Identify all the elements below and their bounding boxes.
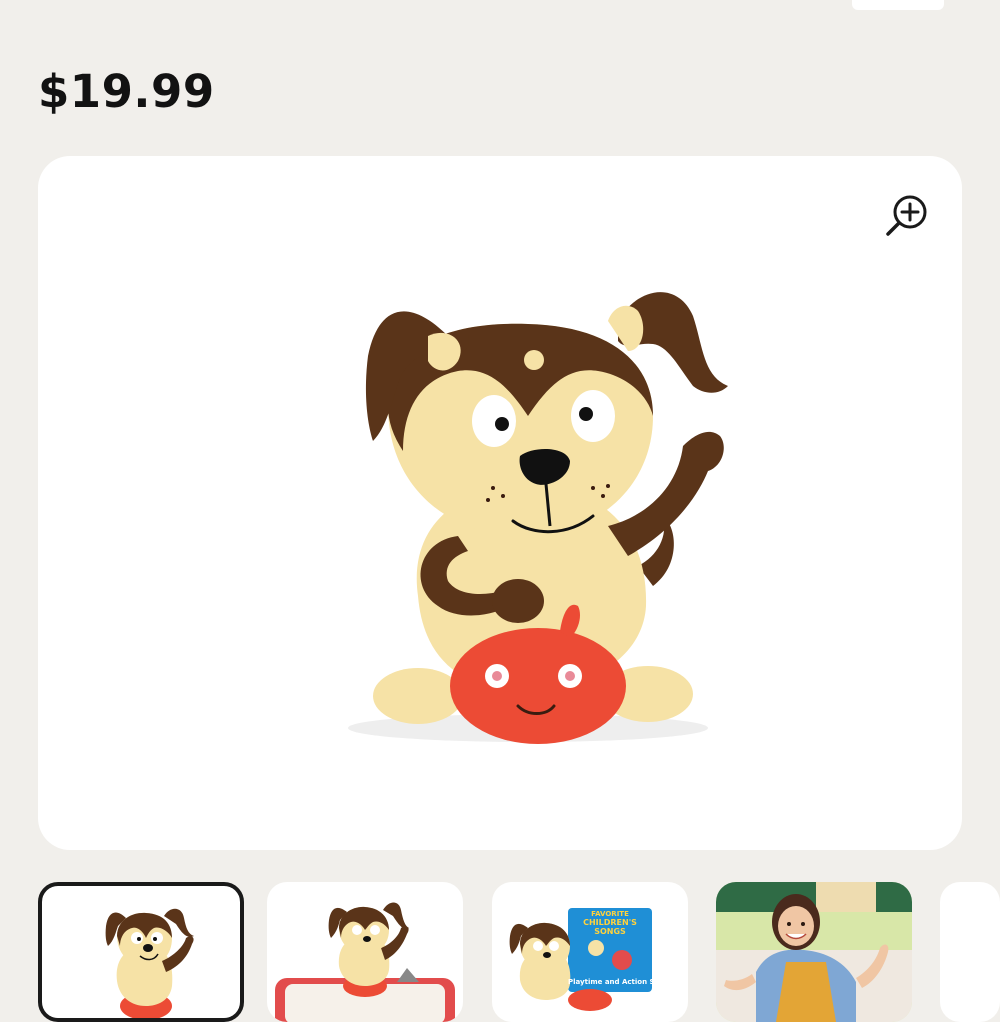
zoom-in-icon[interactable] [884, 192, 930, 238]
thumbnail-dog-on-speaker[interactable] [267, 882, 463, 1022]
album-cover-line1: FAVORITE [591, 910, 629, 918]
thumbnail-dog-front[interactable] [38, 882, 244, 1022]
album-cover-line2: CHILDREN'S SONGS [583, 918, 637, 936]
product-image-card [38, 156, 962, 850]
thumbnail-dog-on-speaker-image [275, 902, 455, 1022]
album-cover-line3: Playtime and Action Songs [568, 978, 652, 986]
thumbnail-dog-with-album-image [509, 908, 652, 1011]
thumbnail-dog-front-image [105, 908, 194, 1018]
thumbnail-girl-dancing-image [716, 882, 912, 1022]
top-indicator [852, 0, 944, 10]
thumbnail-girl-dancing[interactable] [716, 882, 912, 1022]
dog-figurine-image [348, 292, 728, 744]
thumbnail-partial[interactable] [940, 882, 1000, 1022]
thumbnail-dog-with-album[interactable]: FAVORITE CHILDREN'S SONGS Playtime and A… [492, 882, 688, 1022]
product-price: $19.99 [38, 65, 215, 118]
